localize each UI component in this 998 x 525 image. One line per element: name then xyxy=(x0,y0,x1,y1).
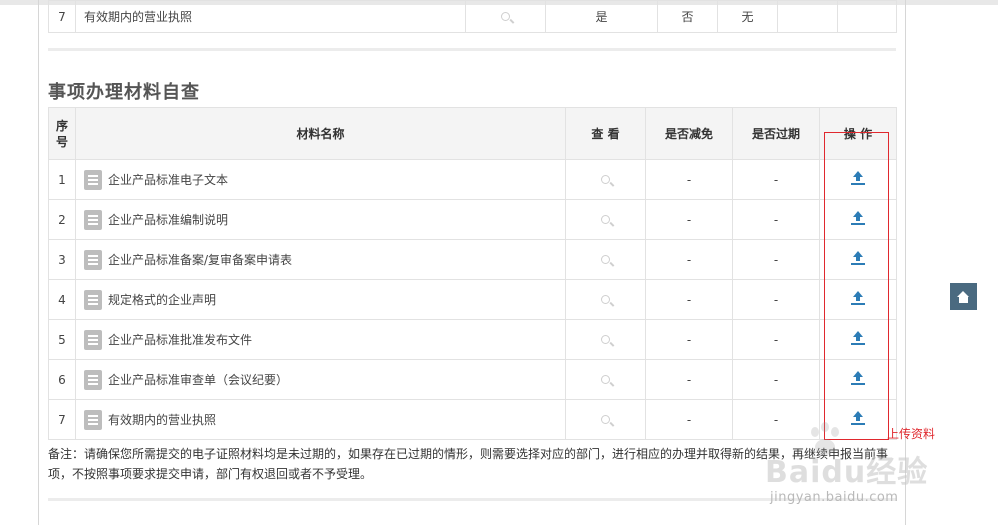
table-row: 5 企业产品标准批准发布文件 - - xyxy=(48,319,897,360)
row-index: 3 xyxy=(48,239,76,280)
is-exempt-value: - xyxy=(645,239,733,280)
material-name: 企业产品标准备案/复审备案申请表 xyxy=(108,253,293,267)
document-icon xyxy=(84,289,102,310)
watermark-brand: Baidu经验 xyxy=(765,455,929,490)
material-name-wrap: 企业产品标准备案/复审备案申请表 xyxy=(84,249,565,270)
header-name: 材料名称 xyxy=(75,107,566,160)
search-icon[interactable] xyxy=(601,174,610,184)
watermark-url: jingyan.baidu.com xyxy=(770,490,899,505)
material-name: 企业产品标准批准发布文件 xyxy=(108,333,253,347)
material-name-wrap: 企业产品标准编制说明 xyxy=(84,209,565,230)
material-name-cell: 有效期内的营业执照 xyxy=(75,399,566,440)
material-name-wrap: 企业产品标准批准发布文件 xyxy=(84,329,565,350)
material-name: 企业产品标准审查单（会议纪要） xyxy=(108,373,289,387)
header-index: 序号 xyxy=(48,107,76,160)
upload-annotation: 上传资料 xyxy=(887,427,936,441)
is-exempt-value: - xyxy=(645,279,733,320)
search-icon[interactable] xyxy=(501,11,510,21)
material-name: 企业产品标准电子文本 xyxy=(108,173,229,187)
material-name-cell: 企业产品标准电子文本 xyxy=(75,159,566,200)
material-name-cell: 企业产品标准备案/复审备案申请表 xyxy=(75,239,566,280)
materials-check-table: 序号 材料名称 查 看 是否减免 是否过期 操 作 1 企业产品标准电子文本 - -2… xyxy=(48,107,897,440)
is-exempt-value: - xyxy=(645,399,733,440)
row-index: 7 xyxy=(48,0,76,33)
row-index: 5 xyxy=(48,319,76,360)
is-exempt-value: 是 xyxy=(545,0,658,33)
is-expired-value: - xyxy=(732,199,820,240)
view-cell[interactable] xyxy=(565,279,646,320)
material-name-cell: 规定格式的企业声明 xyxy=(75,279,566,320)
document-icon xyxy=(84,409,102,430)
view-cell[interactable] xyxy=(565,399,646,440)
bottom-divider xyxy=(48,498,896,501)
material-name-wrap: 有效期内的营业执照 xyxy=(84,409,565,430)
document-icon xyxy=(84,169,102,190)
empty-cell xyxy=(777,0,838,33)
table-row: 1 企业产品标准电子文本 - - xyxy=(48,159,897,200)
header-view: 查 看 xyxy=(565,107,646,160)
material-name-wrap: 规定格式的企业声明 xyxy=(84,289,565,310)
remark-value: 无 xyxy=(717,0,778,33)
previous-materials-table: 7 有效期内的营业执照 是 否 无 xyxy=(48,0,897,33)
highlight-box xyxy=(824,132,889,440)
is-exempt-value: - xyxy=(645,159,733,200)
empty-cell xyxy=(837,0,897,33)
material-name-wrap: 企业产品标准审查单（会议纪要） xyxy=(84,369,565,390)
search-icon[interactable] xyxy=(601,214,610,224)
table-row: 2 企业产品标准编制说明 - - xyxy=(48,199,897,240)
view-cell[interactable] xyxy=(565,199,646,240)
is-exempt-value: - xyxy=(645,359,733,400)
is-expired-value: - xyxy=(732,159,820,200)
back-to-top-button[interactable] xyxy=(950,283,977,310)
table-row: 3 企业产品标准备案/复审备案申请表 - - xyxy=(48,239,897,280)
view-cell[interactable] xyxy=(565,239,646,280)
table-header-row: 序号 材料名称 查 看 是否减免 是否过期 操 作 xyxy=(48,107,897,160)
table-row: 7 有效期内的营业执照 是 否 无 xyxy=(48,0,897,33)
search-icon[interactable] xyxy=(601,254,610,264)
material-name: 有效期内的营业执照 xyxy=(75,0,466,33)
row-index: 1 xyxy=(48,159,76,200)
is-expired-value: - xyxy=(732,319,820,360)
is-expired-value: 否 xyxy=(657,0,718,33)
search-icon[interactable] xyxy=(601,414,610,424)
material-name: 企业产品标准编制说明 xyxy=(108,213,229,227)
table-row: 6 企业产品标准审查单（会议纪要） - - xyxy=(48,359,897,400)
is-expired-value: - xyxy=(732,359,820,400)
document-icon xyxy=(84,369,102,390)
home-icon xyxy=(957,290,970,303)
row-index: 7 xyxy=(48,399,76,440)
document-icon xyxy=(84,209,102,230)
table-row: 4 规定格式的企业声明 - - xyxy=(48,279,897,320)
material-name: 规定格式的企业声明 xyxy=(108,293,217,307)
header-is-exempt: 是否减免 xyxy=(645,107,733,160)
is-expired-value: - xyxy=(732,279,820,320)
is-exempt-value: - xyxy=(645,199,733,240)
search-icon[interactable] xyxy=(601,334,610,344)
is-expired-value: - xyxy=(732,239,820,280)
search-icon[interactable] xyxy=(601,374,610,384)
material-name-cell: 企业产品标准审查单（会议纪要） xyxy=(75,359,566,400)
view-cell[interactable] xyxy=(565,319,646,360)
section-divider xyxy=(48,48,896,51)
header-is-expired: 是否过期 xyxy=(732,107,820,160)
material-name-wrap: 企业产品标准电子文本 xyxy=(84,169,565,190)
left-border xyxy=(38,0,39,525)
search-icon[interactable] xyxy=(601,294,610,304)
row-index: 2 xyxy=(48,199,76,240)
table-row: 7 有效期内的营业执照 - - xyxy=(48,399,897,440)
document-icon xyxy=(84,249,102,270)
material-name-cell: 企业产品标准批准发布文件 xyxy=(75,319,566,360)
row-index: 4 xyxy=(48,279,76,320)
view-cell[interactable] xyxy=(565,159,646,200)
section-title: 事项办理材料自查 xyxy=(48,82,200,103)
material-name: 有效期内的营业执照 xyxy=(108,413,217,427)
view-cell[interactable] xyxy=(465,0,546,33)
material-name-cell: 企业产品标准编制说明 xyxy=(75,199,566,240)
document-icon xyxy=(84,329,102,350)
row-index: 6 xyxy=(48,359,76,400)
is-exempt-value: - xyxy=(645,319,733,360)
header-index-label: 序号 xyxy=(55,118,68,149)
view-cell[interactable] xyxy=(565,359,646,400)
